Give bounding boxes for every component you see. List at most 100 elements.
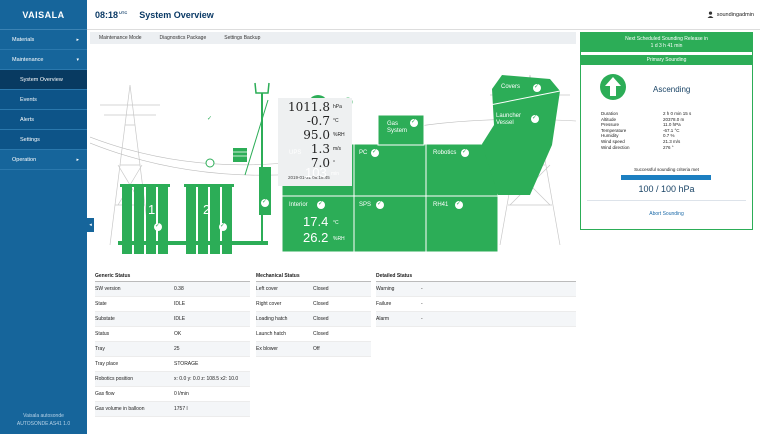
sidebar-item-label: Settings: [20, 136, 40, 143]
sidebar-item-maintenance[interactable]: Maintenance ▾: [0, 50, 87, 70]
sidebar-item-label: Materials: [12, 36, 35, 43]
clock: 08:18UTC: [95, 10, 127, 20]
row-value: OK: [174, 331, 182, 337]
ups-value: 103: [305, 165, 327, 180]
row-label: Failure: [376, 301, 392, 307]
table-row: Robotics position x: 0.0 y: 0.0 z: 108.5 …: [95, 372, 250, 387]
success-criteria-label: Successful sounding criteria met: [634, 167, 699, 172]
stat-value: 276 °: [663, 144, 674, 150]
check-icon: ✓: [207, 116, 213, 122]
row-value: 0 l/min: [174, 391, 189, 397]
interior-label: Interior: [289, 202, 308, 208]
product-version: AUTOSONDE AS41 1.0: [16, 421, 71, 427]
sounding-stats: Duration 2 h 0 min 15 s Altitude 20378.0 m…: [601, 111, 741, 150]
row-value: IDLE: [174, 301, 186, 307]
abort-sounding-button[interactable]: Abort Sounding: [581, 211, 752, 217]
sidebar-item-label: Maintenance: [12, 56, 44, 63]
check-icon: ✓: [462, 149, 468, 155]
row-label: Gas volume in balloon: [95, 406, 145, 412]
interior-humidity-unit: %RH: [333, 236, 345, 242]
robotics-label: Robotics: [433, 150, 457, 156]
next-sounding-countdown: 1 d 3 h 41 min: [650, 43, 683, 49]
table-row: Failure -: [376, 297, 576, 312]
sidebar-item-label: System Overview: [20, 76, 63, 83]
generic-status-panel: Generic Status SW version 0.38 State IDLE …: [95, 271, 250, 417]
sidebar-footer: Vaisala autosonde AUTOSONDE AS41 1.0: [0, 412, 87, 428]
table-row: Launch hatch Closed: [256, 327, 371, 342]
row-value: x: 0.0 y: 0.0 z: 108.5 x2: 10.0: [174, 376, 239, 382]
divider: [587, 200, 746, 201]
header: 08:18UTC System Overview soundingadmin: [87, 0, 760, 30]
row-label: SW version: [95, 286, 121, 292]
row-label: Warning: [376, 286, 395, 292]
row-label: Robotics position: [95, 376, 134, 382]
success-progress-bar: [621, 175, 711, 180]
detailed-status-title: Detailed Status: [376, 271, 576, 282]
row-value: 1757 l: [174, 406, 188, 412]
sidebar-item-events[interactable]: Events: [0, 90, 87, 110]
table-row: Substate IDLE: [95, 312, 250, 327]
table-row: Left cover Closed: [256, 282, 371, 297]
gas-cylinders: [118, 184, 268, 254]
row-value: IDLE: [174, 316, 186, 322]
row-label: Alarm: [376, 316, 390, 322]
temperature-reading: -0.7 °C: [278, 114, 352, 128]
system-diagram: ✓ ✓ ✓ ✓ ✓ ✓ ✓ ✓ ✓ ✓ ✓ ✓ ✓ ✓ ✓ 1011.8 hPa…: [89, 45, 577, 257]
sidebar-item-system-overview[interactable]: System Overview: [0, 70, 87, 90]
check-icon: ✓: [456, 201, 462, 207]
table-row: Ex blower Off: [256, 342, 371, 357]
row-value: Closed: [313, 331, 329, 337]
tab-maintenance-mode[interactable]: Maintenance Mode: [90, 35, 151, 41]
ups-unit: min: [331, 171, 340, 177]
generic-status-title: Generic Status: [95, 271, 250, 282]
row-label: Substate: [95, 316, 115, 322]
row-value: STORAGE: [174, 361, 199, 367]
tab-diagnostics-package[interactable]: Diagnostics Package: [151, 35, 216, 41]
clock-timezone: UTC: [119, 9, 128, 15]
pressure-reading: 1011.8 hPa: [278, 100, 352, 114]
row-value: Closed: [313, 301, 329, 307]
next-sounding-banner: Next Scheduled Sounding Release in 1 d 3…: [581, 33, 752, 52]
tab-settings-backup[interactable]: Settings Backup: [215, 35, 269, 41]
check-icon: ✓: [377, 201, 383, 207]
row-label: Left cover: [256, 286, 278, 292]
launcher-vessel-label: Launcher Vessel: [496, 113, 522, 126]
pressure-unit: hPa: [333, 104, 342, 110]
row-label: Right cover: [256, 301, 282, 307]
check-icon: ✓: [220, 223, 226, 229]
row-value: 25: [174, 346, 180, 352]
sounding-panel: Next Scheduled Sounding Release in 1 d 3…: [580, 32, 753, 230]
humidity-reading: 95.0 %RH: [278, 128, 352, 142]
clock-time: 08:18: [95, 9, 119, 20]
check-icon: ✓: [532, 115, 538, 121]
rh41-label: RH41: [433, 202, 449, 208]
table-row: Warning -: [376, 282, 576, 297]
row-label: Status: [95, 331, 110, 337]
chevron-right-icon: ▸: [76, 36, 79, 43]
table-row: Gas volume in balloon 1757 l: [95, 402, 250, 417]
stat-row: Wind direction 276 °: [601, 145, 741, 151]
sidebar-item-label: Alerts: [20, 116, 35, 123]
pressure-value: 1011.8: [288, 100, 330, 114]
detailed-status-panel: Detailed Status Warning - Failure - Alarm -: [376, 271, 576, 327]
interior-temperature-value: 17.4: [303, 214, 329, 229]
row-value: -: [421, 301, 423, 307]
cylinder-bank-2-label: 2: [203, 202, 211, 217]
row-value: -: [421, 316, 423, 322]
product-name: Vaisala autosonde: [23, 413, 64, 419]
chevron-down-icon: ▾: [76, 56, 79, 63]
gas-system-label: Gas System: [387, 121, 408, 134]
sidebar-item-operation[interactable]: Operation ▸: [0, 150, 87, 170]
row-value: Closed: [313, 286, 329, 292]
pc-label: PC: [359, 150, 368, 156]
tab-primary-sounding[interactable]: Primary Sounding: [581, 55, 752, 65]
row-label: Tray: [95, 346, 105, 352]
temperature-unit: °C: [333, 118, 339, 124]
username: soundingadmin: [716, 11, 754, 18]
sidebar-item-materials[interactable]: Materials ▸: [0, 30, 87, 50]
user-menu[interactable]: soundingadmin: [707, 11, 754, 18]
sidebar-item-alerts[interactable]: Alerts: [0, 110, 87, 130]
table-row: Status OK: [95, 327, 250, 342]
sidebar-item-settings[interactable]: Settings: [0, 130, 87, 150]
row-label: Loading hatch: [256, 316, 288, 322]
